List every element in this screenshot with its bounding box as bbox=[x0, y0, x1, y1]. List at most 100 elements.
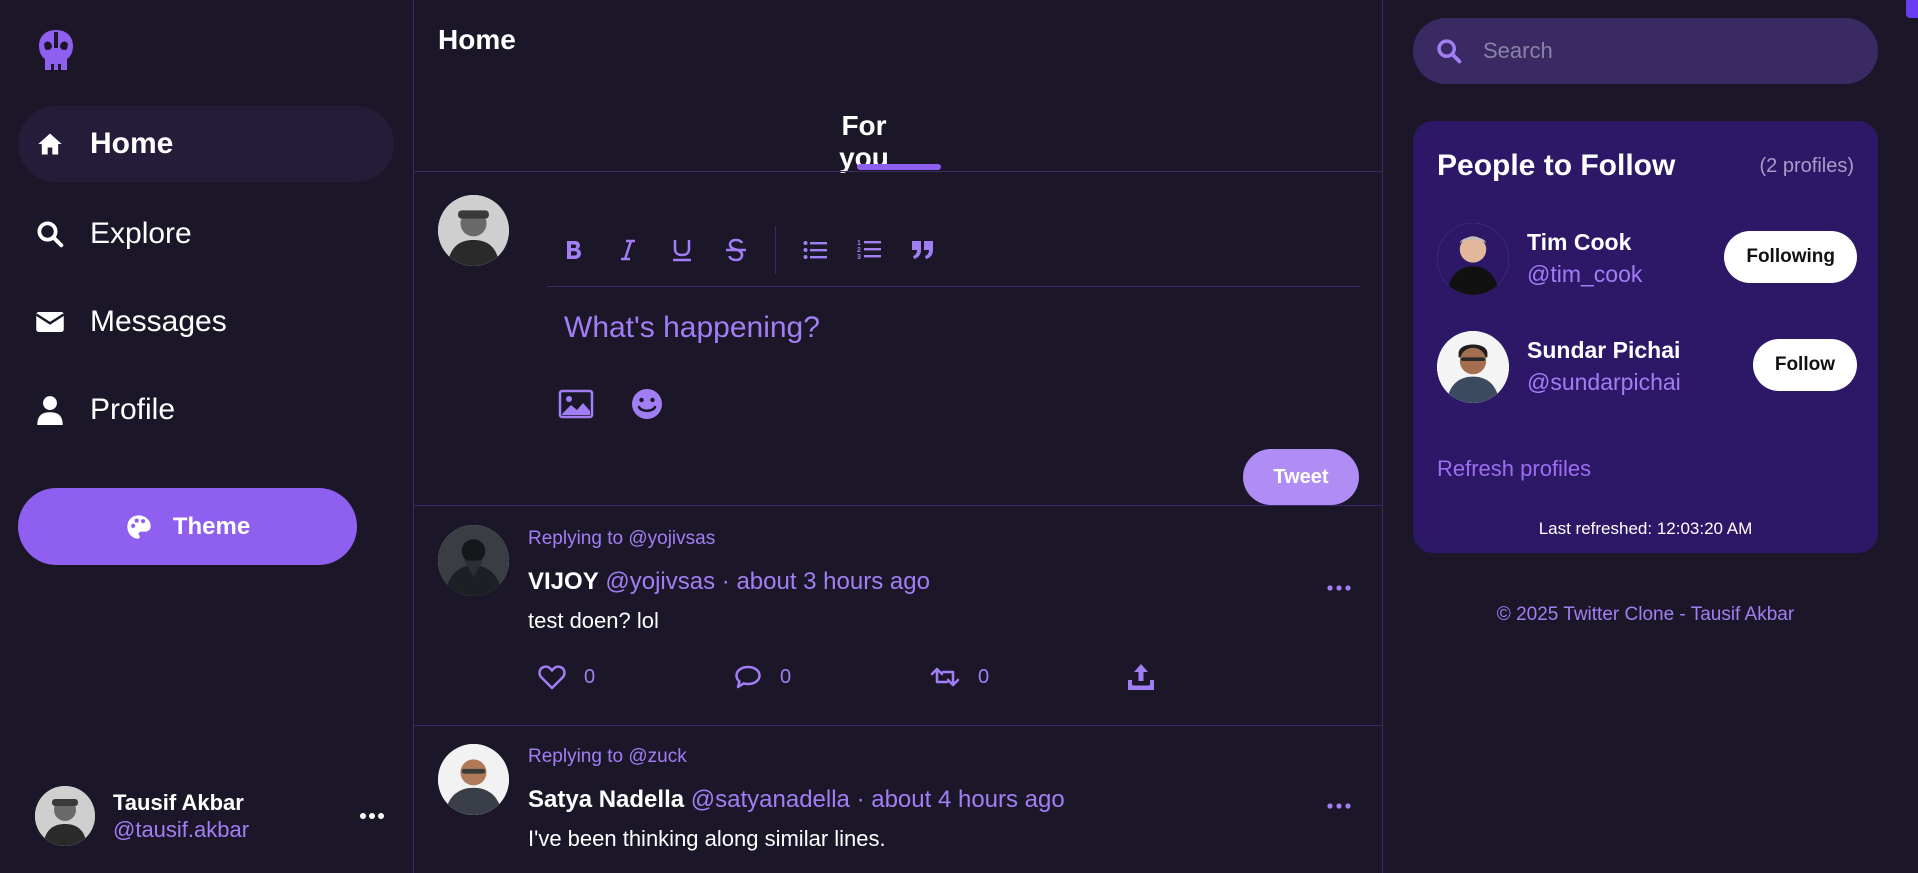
bold-button[interactable] bbox=[547, 225, 601, 275]
avatar[interactable] bbox=[1437, 331, 1509, 403]
suggested-profile[interactable]: Tim Cook @tim_cook Following bbox=[1437, 223, 1857, 303]
nav-messages-label: Messages bbox=[90, 305, 227, 338]
replying-to-handle[interactable]: @zuck bbox=[628, 746, 686, 767]
like-button[interactable]: 0 bbox=[538, 664, 734, 690]
nav-profile-label: Profile bbox=[90, 393, 176, 426]
search-icon bbox=[32, 216, 68, 252]
post-avatar[interactable] bbox=[438, 525, 509, 596]
post-author-name[interactable]: Satya Nadella bbox=[528, 786, 684, 813]
more-icon[interactable] bbox=[1326, 796, 1352, 816]
nav-profile[interactable]: Profile bbox=[18, 372, 394, 448]
underline-icon bbox=[673, 240, 691, 262]
divider bbox=[414, 171, 1382, 172]
current-user-card[interactable]: Tausif Akbar @tausif.akbar bbox=[35, 784, 385, 848]
numbered-list-icon: 123 bbox=[857, 240, 881, 261]
retweet-icon bbox=[930, 667, 960, 687]
svg-text:1: 1 bbox=[857, 240, 861, 247]
svg-text:2: 2 bbox=[857, 247, 861, 254]
profile-name: Sundar Pichai bbox=[1527, 337, 1681, 363]
theme-button[interactable]: Theme bbox=[18, 488, 357, 565]
profile-handle: @sundarpichai bbox=[1527, 369, 1681, 395]
replying-to-label: Replying to bbox=[528, 746, 624, 767]
comment-button[interactable]: 0 bbox=[734, 664, 930, 690]
nav-explore[interactable]: Explore bbox=[18, 196, 394, 272]
nav-home[interactable]: Home bbox=[18, 106, 394, 182]
replying-to: Replying to @yojivsas bbox=[528, 528, 715, 550]
share-button[interactable] bbox=[1126, 662, 1166, 692]
underline-button[interactable] bbox=[655, 225, 709, 275]
quote-icon bbox=[912, 241, 933, 259]
post-avatar[interactable] bbox=[438, 744, 509, 815]
italic-button[interactable] bbox=[601, 225, 655, 275]
post-author-handle[interactable]: @satyanadella bbox=[691, 786, 850, 813]
share-icon bbox=[1128, 664, 1154, 690]
retweet-button[interactable]: 0 bbox=[930, 665, 1126, 689]
quote-button[interactable] bbox=[896, 225, 950, 275]
profile-handle: @tim_cook bbox=[1527, 261, 1643, 287]
palette-icon bbox=[127, 514, 151, 539]
post-header: Satya Nadella @satyanadella · about 4 ho… bbox=[528, 786, 1065, 814]
search-icon bbox=[1437, 39, 1462, 64]
toolbar-separator bbox=[775, 226, 776, 274]
like-count: 0 bbox=[584, 665, 596, 688]
last-refreshed-text: Last refreshed: 12:03:20 AM bbox=[1538, 519, 1753, 538]
replying-to-handle[interactable]: @yojivsas bbox=[628, 528, 715, 549]
people-to-follow-title: People to Follow bbox=[1437, 149, 1676, 182]
user-name: Tausif Akbar bbox=[113, 789, 244, 815]
avatar[interactable] bbox=[1437, 223, 1509, 295]
comment-icon bbox=[735, 665, 761, 689]
people-to-follow-card: People to Follow (2 profiles) Tim Cook @… bbox=[1413, 121, 1878, 553]
tweet-post[interactable]: Replying to @yojivsas VIJOY @yojivsas · … bbox=[414, 506, 1382, 725]
compose-input[interactable] bbox=[564, 306, 1344, 350]
composer-avatar bbox=[438, 195, 509, 266]
nav-messages[interactable]: Messages bbox=[18, 284, 394, 360]
numbered-list-button[interactable]: 123 bbox=[842, 225, 896, 275]
nav-explore-label: Explore bbox=[90, 217, 192, 250]
post-text: I've been thinking along similar lines. bbox=[528, 826, 886, 851]
search-bar[interactable] bbox=[1413, 18, 1878, 84]
tab-indicator bbox=[857, 164, 941, 170]
user-handle: @tausif.akbar bbox=[113, 817, 250, 842]
more-icon[interactable] bbox=[359, 804, 385, 828]
follow-button[interactable]: Follow bbox=[1752, 339, 1857, 391]
svg-text:3: 3 bbox=[857, 254, 861, 261]
format-toolbar: 123 bbox=[547, 222, 950, 278]
corner-marker bbox=[1906, 0, 1918, 18]
bold-icon bbox=[567, 241, 581, 259]
bullet-list-icon bbox=[803, 241, 827, 259]
replying-to-label: Replying to bbox=[528, 528, 624, 549]
strikethrough-button[interactable] bbox=[709, 225, 763, 275]
main-feed: Home For you 123 What's happening? Tweet… bbox=[413, 0, 1383, 873]
footer-text: © 2025 Twitter Clone - Tausif Akbar bbox=[1496, 604, 1795, 625]
nav-home-label: Home bbox=[90, 127, 174, 160]
image-icon[interactable] bbox=[556, 386, 596, 422]
comment-count: 0 bbox=[780, 665, 792, 688]
strikethrough-icon bbox=[726, 238, 746, 262]
user-icon bbox=[32, 392, 68, 428]
envelope-icon bbox=[32, 304, 68, 340]
tweet-button[interactable]: Tweet bbox=[1243, 449, 1359, 505]
emoji-icon[interactable] bbox=[627, 386, 667, 422]
following-button[interactable]: Following bbox=[1724, 231, 1857, 283]
post-author-name[interactable]: VIJOY bbox=[528, 568, 599, 595]
left-sidebar: Home Explore Messages Profile Theme Taus… bbox=[0, 0, 413, 873]
page-title: Home bbox=[438, 24, 516, 55]
bullet-list-button[interactable] bbox=[788, 225, 842, 275]
suggested-profile[interactable]: Sundar Pichai @sundarpichai Follow bbox=[1437, 331, 1857, 411]
refresh-profiles-link[interactable]: Refresh profiles bbox=[1437, 456, 1591, 482]
search-input[interactable] bbox=[1483, 38, 1863, 64]
post-author-handle[interactable]: @yojivsas bbox=[605, 568, 715, 595]
skull-logo-icon[interactable] bbox=[36, 28, 76, 74]
more-icon[interactable] bbox=[1326, 578, 1352, 598]
post-header: VIJOY @yojivsas · about 3 hours ago bbox=[528, 568, 930, 596]
toolbar-divider bbox=[547, 286, 1360, 287]
profiles-count: (2 profiles) bbox=[1759, 155, 1854, 177]
tweet-post[interactable]: Replying to @zuck Satya Nadella @satyana… bbox=[414, 726, 1382, 873]
italic-icon bbox=[621, 239, 635, 261]
profile-name: Tim Cook bbox=[1527, 229, 1632, 255]
theme-label: Theme bbox=[172, 512, 251, 540]
home-icon bbox=[32, 126, 68, 162]
post-timestamp: · about 4 hours ago bbox=[856, 786, 1065, 813]
right-sidebar: People to Follow (2 profiles) Tim Cook @… bbox=[1383, 0, 1918, 873]
retweet-count: 0 bbox=[978, 665, 990, 688]
